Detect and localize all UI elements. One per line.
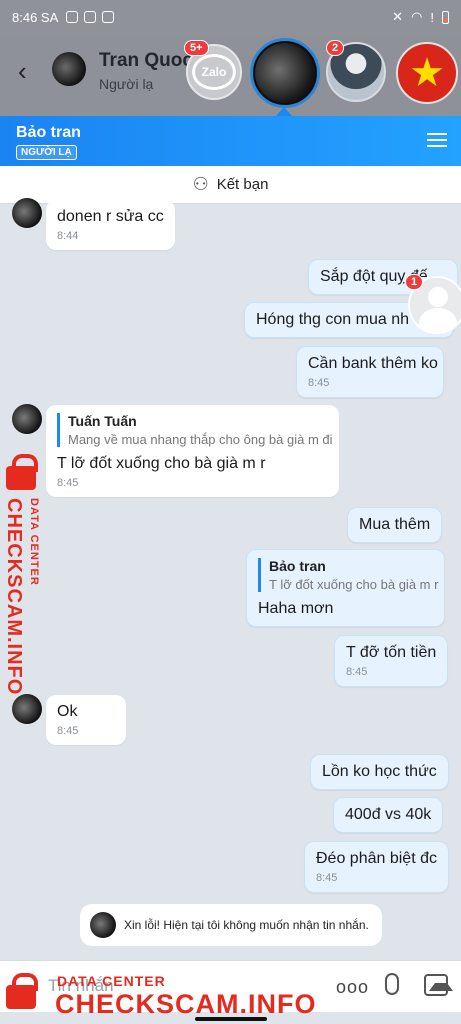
alarm-icon: ! [430, 9, 434, 25]
message-text: T đỡ tốn tiền [346, 644, 437, 661]
status-time: 8:46 SA [12, 9, 59, 25]
star-icon: ★ [409, 51, 445, 95]
contact-status: Người lạ [99, 76, 154, 92]
message-bubble[interactable]: T đỡ tốn tiền 8:45 [334, 635, 449, 687]
message-bubble[interactable]: donen r sửa cc 8:44 [46, 200, 175, 250]
anime-badge: 2 [326, 40, 345, 56]
watermark-lock-icon [6, 973, 38, 1009]
message-bubble[interactable]: Cần bank thêm ko 8:45 [296, 346, 444, 398]
watermark-checkscam: CHECKSCAM.INFO [3, 498, 25, 696]
add-friend-icon: ⚇ [192, 174, 209, 194]
message-time: 8:45 [346, 666, 368, 678]
microphone-icon[interactable] [385, 973, 399, 995]
back-arrow-icon[interactable]: ‹ [18, 56, 27, 87]
image-icon[interactable] [424, 974, 453, 996]
qr-icon [84, 11, 97, 23]
quote-author: Bảo tran [269, 558, 326, 574]
watermark-lock-icon [6, 454, 38, 490]
floating-badge: 1 [405, 274, 424, 290]
message-bubble[interactable]: Bảo tran T lỡ đốt xuống cho bà già m r H… [246, 549, 445, 627]
message-bubble[interactable]: Ok 8:45 [46, 695, 126, 745]
message-time: 8:45 [308, 377, 330, 389]
message-text: Cần bank thêm ko [308, 355, 438, 372]
stranger-tag: NGƯỜI LẠ [16, 145, 77, 160]
message-text: Hóng thg con mua nh [256, 311, 409, 328]
conversation-title: Bảo tran [16, 124, 81, 141]
system-notice: Xin lỗi! Hiện tại tôi không muốn nhận ti… [80, 904, 382, 946]
quote-author: Tuấn Tuấn [68, 413, 137, 429]
message-time: 8:45 [57, 477, 79, 489]
add-friend-label: Kết bạn [216, 176, 269, 193]
status-bar: 8:46 SA ✕ ◠ ! [0, 0, 461, 34]
notice-avatar [90, 912, 116, 938]
message-time: 8:45 [316, 872, 338, 884]
watermark-data-center: DATA CENTER [57, 973, 166, 989]
notice-text: Xin lỗi! Hiện tại tôi không muốn nhận ti… [124, 918, 369, 932]
watermark-checkscam: CHECKSCAM.INFO [55, 989, 317, 1019]
quoted-message[interactable]: Bảo tran T lỡ đốt xuống cho bà già m r [258, 558, 439, 592]
conversation-bar: Bảo tran NGƯỜI LẠ [0, 116, 461, 166]
message-text: Lồn ko học thức [322, 763, 437, 780]
battery-icon [442, 10, 449, 24]
message-text: Mua thêm [359, 516, 431, 533]
zalo-logo-icon: Zalo [192, 54, 236, 90]
wifi-icon: ◠ [411, 9, 423, 24]
header-avatar[interactable] [52, 52, 86, 86]
quote-text: T lỡ đốt xuống cho bà già m r [269, 577, 439, 592]
messenger-icon [66, 11, 79, 23]
sender-avatar[interactable] [12, 694, 42, 724]
message-text: Đéo phân biệt đc [316, 850, 437, 867]
quote-text: Mang về mua nhang thắp cho ông bà già m … [68, 432, 333, 447]
menu-icon[interactable] [427, 133, 447, 151]
message-text: Ok [57, 703, 78, 720]
sender-avatar[interactable] [12, 404, 42, 434]
message-bubble[interactable]: Tuấn Tuấn Mang về mua nhang thắp cho ông… [46, 405, 339, 497]
message-text: T lỡ đốt xuống cho bà già m r [57, 455, 266, 472]
message-bubble[interactable]: Mua thêm [347, 507, 443, 543]
message-time: 8:44 [57, 230, 79, 242]
flag-chat-head[interactable]: ★ [396, 42, 458, 104]
message-bubble[interactable]: Đéo phân biệt đc 8:45 [304, 841, 449, 893]
active-chat-head[interactable] [250, 38, 320, 108]
message-text: 400đ vs 40k [345, 806, 432, 823]
gallery-icon [102, 11, 115, 23]
message-bubble[interactable]: 400đ vs 40k [333, 797, 444, 833]
sender-avatar[interactable] [12, 198, 42, 228]
add-friend-button[interactable]: ⚇ Kết bạn [0, 166, 461, 204]
zalo-badge: 5+ [184, 40, 209, 56]
quoted-message[interactable]: Tuấn Tuấn Mang về mua nhang thắp cho ông… [57, 413, 333, 447]
watermark-data-center: DATA CENTER [28, 498, 40, 586]
message-bubble[interactable]: Lồn ko học thức [310, 754, 449, 790]
message-text: donen r sửa cc [57, 208, 164, 225]
mute-icon: ✕ [392, 9, 404, 24]
active-indicator [276, 107, 292, 116]
message-text: Haha mơn [258, 600, 334, 617]
contact-name: Tran Quoc [99, 50, 193, 71]
home-indicator [195, 1017, 267, 1021]
message-time: 8:45 [57, 725, 79, 737]
more-options-icon[interactable]: ooo [336, 977, 369, 998]
